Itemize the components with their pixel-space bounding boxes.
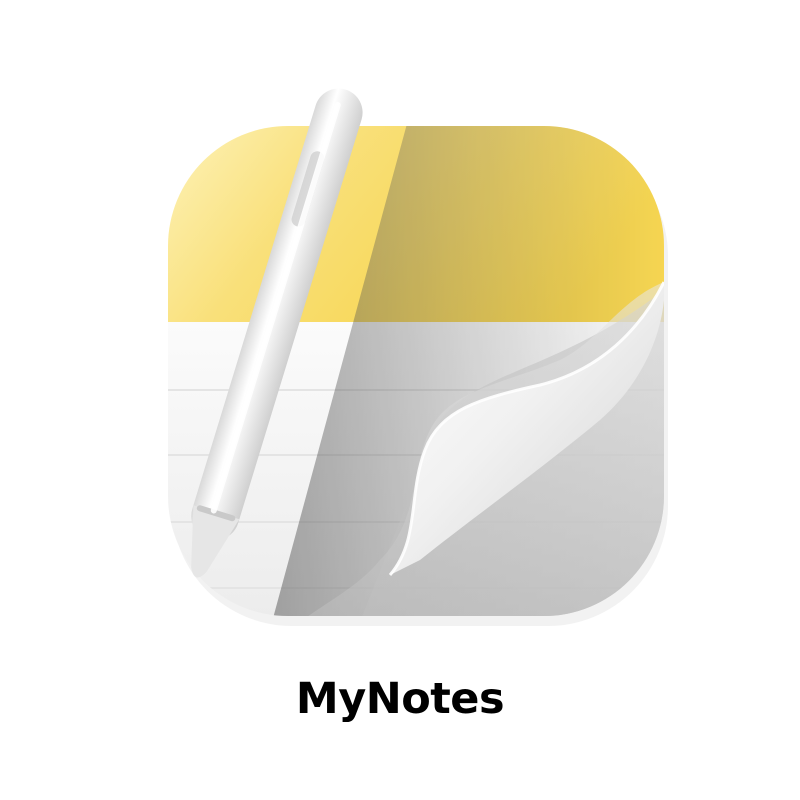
app-icon[interactable] bbox=[0, 0, 800, 640]
notes-pad-with-pencil-icon bbox=[168, 88, 668, 626]
app-name: MyNotes bbox=[295, 674, 505, 724]
